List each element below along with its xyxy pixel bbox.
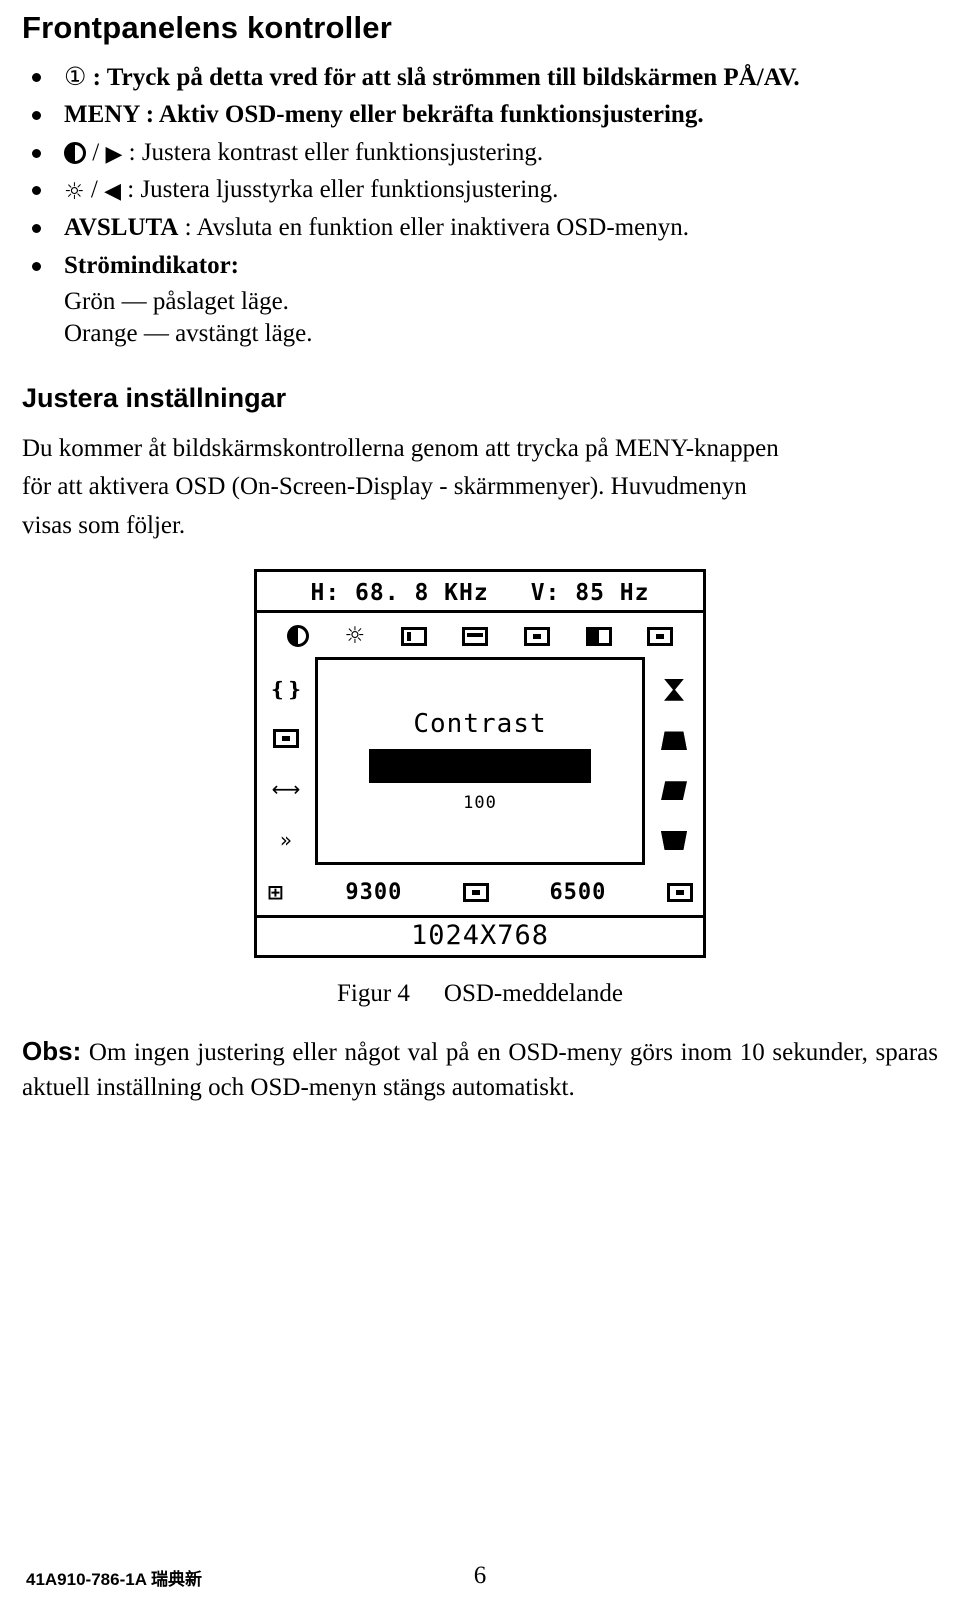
list-item-label: : Justera kontrast eller funktionsjuster… bbox=[128, 138, 544, 166]
zoom-icon[interactable] bbox=[647, 626, 674, 646]
osd-level-bar[interactable] bbox=[369, 749, 591, 784]
osd-right-icon-column bbox=[645, 657, 703, 871]
contrast-icon[interactable] bbox=[286, 625, 309, 648]
bullet-dot-icon bbox=[32, 148, 41, 158]
color-temp-user-icon[interactable] bbox=[462, 882, 489, 902]
triangle-left-icon: ◀ bbox=[104, 178, 121, 204]
indicator-green-line: Grön — påslaget läge. bbox=[64, 287, 289, 315]
figure-number: Figur 4 bbox=[336, 980, 410, 1008]
v-position-icon[interactable] bbox=[523, 626, 550, 646]
osd-color-temp-6500[interactable]: 6500 bbox=[549, 880, 606, 905]
h-arrow-icon[interactable]: ⟷ bbox=[272, 779, 301, 799]
power-indicator-label: Strömindikator: bbox=[64, 251, 239, 279]
rotation-icon[interactable] bbox=[661, 830, 687, 850]
list-item-exit: AVSLUTA : Avsluta en funktion eller inak… bbox=[22, 211, 938, 244]
pincushion-icon[interactable] bbox=[664, 678, 684, 701]
section-title-settings: Justera inställningar bbox=[22, 382, 287, 413]
bullet-dot-icon bbox=[32, 261, 41, 271]
note-text: Om ingen justering eller något val på en… bbox=[22, 1039, 938, 1101]
separator-slash: / bbox=[90, 175, 98, 203]
settings-paragraph-line3: visas som följer. bbox=[22, 511, 186, 539]
degauss-icon[interactable]: ❴❵ bbox=[269, 679, 303, 699]
parallelogram-icon[interactable] bbox=[661, 781, 687, 801]
osd-left-icon-column: ❴❵ ⟷ » bbox=[257, 657, 315, 871]
brightness-icon[interactable]: ☼ bbox=[344, 623, 365, 649]
list-item-power-indicator: Strömindikator: bbox=[22, 249, 938, 282]
document-page: Frontpanelens kontroller ① : Tryck på de… bbox=[0, 10, 960, 1608]
exit-label: AVSLUTA bbox=[64, 214, 179, 242]
brightness-icon: ☼ bbox=[64, 178, 85, 205]
osd-selected-function: Contrast 100 bbox=[315, 657, 645, 866]
h-position-icon[interactable] bbox=[400, 626, 427, 646]
moire-icon[interactable] bbox=[273, 729, 299, 749]
osd-function-value: 100 bbox=[463, 793, 497, 814]
bullet-dot-icon bbox=[32, 185, 41, 195]
settings-paragraph-line2: för att aktivera OSD (On-Screen-Display … bbox=[22, 473, 747, 501]
footer-page-number: 6 bbox=[473, 1562, 487, 1589]
color-temp-icon[interactable]: ⊞ bbox=[267, 882, 285, 902]
list-item-power: ① : Tryck på detta vred för att slå strö… bbox=[22, 60, 938, 94]
more-icon[interactable]: » bbox=[280, 830, 292, 850]
list-item-label: : Avsluta en funktion eller inaktivera O… bbox=[178, 214, 689, 242]
osd-function-label: Contrast bbox=[413, 709, 547, 740]
osd-top-icon-row: ☼ bbox=[257, 613, 703, 657]
language-icon[interactable] bbox=[666, 882, 693, 902]
bullet-dot-icon bbox=[32, 224, 41, 234]
indicator-orange-line: Orange — avstängt läge. bbox=[64, 320, 313, 348]
triangle-right-icon: ▶ bbox=[105, 141, 123, 167]
list-item-label: : Tryck på detta vred för att slå strömm… bbox=[92, 64, 800, 91]
trapezoid-icon[interactable] bbox=[661, 731, 687, 751]
list-item-menu: MENY : Aktiv OSD-meny eller bekräfta fun… bbox=[22, 98, 938, 131]
separator-slash: / bbox=[92, 138, 100, 166]
osd-panel: H: 68. 8 KHz V: 85 Hz ☼ ❴❵ ⟷ » Contrast … bbox=[254, 569, 706, 959]
osd-v-frequency: V: 85 Hz bbox=[530, 580, 650, 607]
page-footer: 41A910-786-1A 瑞典新 6 bbox=[0, 1562, 960, 1590]
menu-label: MENY bbox=[64, 101, 140, 129]
figure-caption: Figur 4 OSD-meddelande bbox=[22, 980, 938, 1008]
osd-frequency-row: H: 68. 8 KHz V: 85 Hz bbox=[257, 572, 703, 614]
note-paragraph: Obs: Om ingen justering eller något val … bbox=[22, 1034, 938, 1105]
osd-bottom-row: ⊞ 9300 6500 bbox=[257, 871, 703, 915]
controls-list: ① : Tryck på detta vred för att slå strö… bbox=[22, 60, 938, 282]
figure-caption-text: OSD-meddelande bbox=[443, 980, 624, 1008]
list-item-contrast: / ▶ : Justera kontrast eller funktionsju… bbox=[22, 136, 938, 169]
osd-middle: ❴❵ ⟷ » Contrast 100 bbox=[257, 657, 703, 871]
list-item-label: : Aktiv OSD-meny eller bekräfta funktion… bbox=[139, 101, 704, 129]
list-item-label: : Justera ljusstyrka eller funktionsjust… bbox=[127, 175, 559, 203]
contrast-icon bbox=[64, 141, 86, 164]
h-size-icon[interactable] bbox=[462, 626, 489, 646]
v-size-icon[interactable] bbox=[585, 626, 612, 646]
note-lead-label: Obs: bbox=[22, 1036, 82, 1067]
settings-paragraph-line1: Du kommer åt bildskärmskontrollerna geno… bbox=[22, 434, 779, 462]
bullet-dot-icon bbox=[32, 73, 41, 82]
power-circle-icon: ① bbox=[64, 62, 87, 91]
page-title: Frontpanelens kontroller bbox=[22, 10, 392, 45]
list-item-brightness: ☼ / ◀ : Justera ljusstyrka eller funktio… bbox=[22, 173, 938, 208]
osd-figure: H: 68. 8 KHz V: 85 Hz ☼ ❴❵ ⟷ » Contrast … bbox=[22, 569, 938, 959]
bullet-dot-icon bbox=[32, 111, 41, 121]
osd-h-frequency: H: 68. 8 KHz bbox=[310, 580, 489, 607]
osd-color-temp-9300[interactable]: 9300 bbox=[345, 880, 402, 905]
osd-resolution: 1024X768 bbox=[257, 915, 703, 955]
